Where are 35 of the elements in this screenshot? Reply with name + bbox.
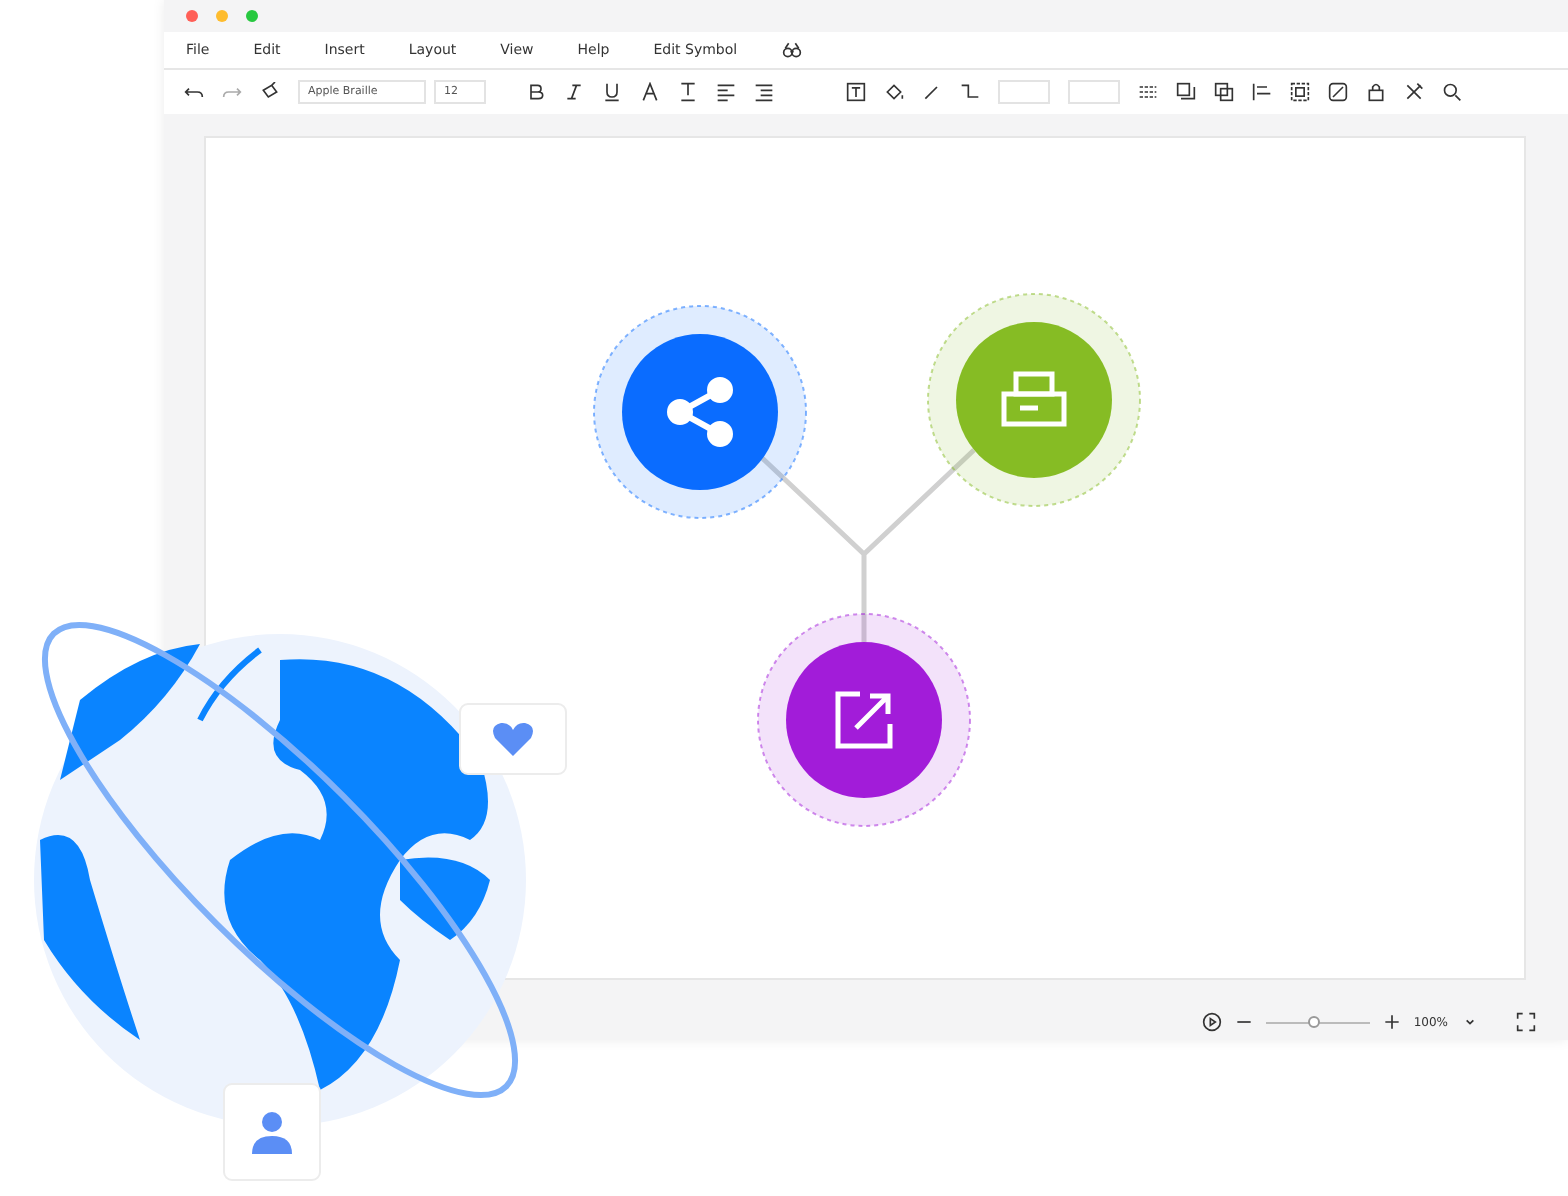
share-icon <box>667 377 733 447</box>
paint-bucket-icon[interactable] <box>884 82 904 102</box>
arrow-style-field[interactable] <box>1068 80 1120 104</box>
zoom-in-icon[interactable] <box>1381 1012 1402 1032</box>
play-icon[interactable] <box>1201 1012 1222 1032</box>
send-back-icon[interactable] <box>1214 82 1234 102</box>
tools-icon[interactable] <box>1404 82 1424 102</box>
italic-icon[interactable] <box>564 82 584 102</box>
close-dot[interactable] <box>186 10 198 22</box>
lock-icon[interactable] <box>1366 82 1386 102</box>
line-width-field[interactable] <box>998 80 1050 104</box>
align-icon[interactable] <box>1252 82 1272 102</box>
line-style-icon[interactable] <box>1138 82 1158 102</box>
fullscreen-icon[interactable] <box>1516 1012 1536 1032</box>
bring-front-icon[interactable] <box>1176 82 1196 102</box>
group-icon[interactable] <box>1290 82 1310 102</box>
diagram-node[interactable] <box>757 613 971 827</box>
diagram-node[interactable] <box>593 305 807 519</box>
minimize-dot[interactable] <box>216 10 228 22</box>
diagram-node[interactable] <box>927 293 1141 507</box>
search-icon[interactable] <box>1442 82 1462 102</box>
maximize-dot[interactable] <box>246 10 258 22</box>
edit-shape-icon[interactable] <box>1328 82 1348 102</box>
align-left-icon[interactable] <box>716 82 736 102</box>
underline-icon[interactable] <box>602 82 622 102</box>
text-style-icon[interactable] <box>678 82 698 102</box>
zoom-slider-thumb[interactable] <box>1308 1015 1321 1027</box>
font-color-icon[interactable] <box>640 82 660 102</box>
undo-icon[interactable] <box>184 82 204 102</box>
export-icon <box>835 691 893 749</box>
text-box-icon[interactable] <box>846 82 866 102</box>
bold-icon[interactable] <box>526 82 546 102</box>
binoculars-icon[interactable] <box>781 40 802 60</box>
printer-icon <box>1001 371 1067 427</box>
connector-icon[interactable] <box>960 82 980 102</box>
